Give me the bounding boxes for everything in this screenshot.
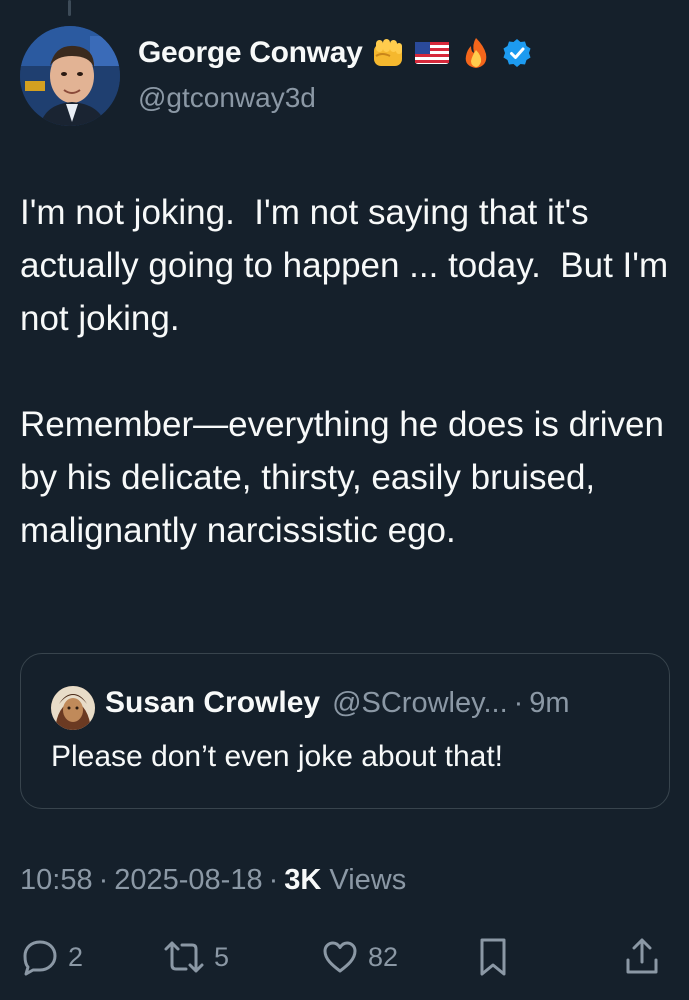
tweet-date[interactable]: 2025-08-18	[114, 864, 262, 896]
fist-icon	[370, 36, 406, 70]
author-name[interactable]: George Conway	[138, 36, 363, 70]
tweet-text: I'm not joking. I'm not saying that it's…	[20, 193, 669, 550]
views-count: 3K	[284, 864, 322, 896]
heart-icon	[320, 937, 360, 977]
verified-badge-icon	[502, 38, 532, 68]
quoted-header: Susan Crowley @SCrowley... · 9m	[105, 686, 570, 720]
repost-button[interactable]: 5	[162, 932, 229, 982]
quoted-timestamp: 9m	[529, 687, 570, 719]
quoted-tweet[interactable]: Susan Crowley @SCrowley... · 9m Please d…	[20, 653, 670, 809]
repost-icon	[162, 937, 206, 977]
author-avatar[interactable]	[20, 26, 120, 126]
separator-dot: ·	[513, 687, 524, 719]
tweet-time[interactable]: 10:58	[20, 864, 93, 896]
quoted-author-handle: @SCrowley...	[332, 687, 508, 719]
quoted-text: Please don’t even joke about that!	[51, 740, 503, 773]
tweet-meta: 10:58 · 2025-08-18 · 3K Views	[20, 864, 406, 897]
action-bar: 2 5 82	[20, 932, 670, 982]
quoted-author-avatar[interactable]	[51, 686, 95, 730]
separator-dot: ·	[98, 864, 109, 896]
reply-count: 2	[68, 941, 84, 972]
bookmark-button[interactable]	[476, 932, 510, 982]
author-name-row: George Conway	[138, 36, 532, 70]
repost-count: 5	[214, 941, 230, 972]
share-button[interactable]	[622, 932, 662, 982]
views-label: Views	[329, 864, 407, 896]
share-icon	[622, 936, 662, 978]
bookmark-icon	[476, 936, 510, 978]
tweet-header: George Conway @gtconway3d	[20, 26, 670, 126]
reply-button[interactable]: 2	[20, 932, 83, 982]
separator-dot: ·	[268, 864, 279, 896]
like-count: 82	[368, 941, 399, 972]
thread-connector-line	[68, 0, 71, 16]
reply-icon	[20, 937, 60, 977]
quoted-author-name: Susan Crowley	[105, 686, 321, 719]
fire-icon	[458, 36, 494, 70]
like-button[interactable]: 82	[320, 932, 398, 982]
us-flag-icon	[414, 36, 450, 70]
author-handle[interactable]: @gtconway3d	[138, 82, 316, 114]
